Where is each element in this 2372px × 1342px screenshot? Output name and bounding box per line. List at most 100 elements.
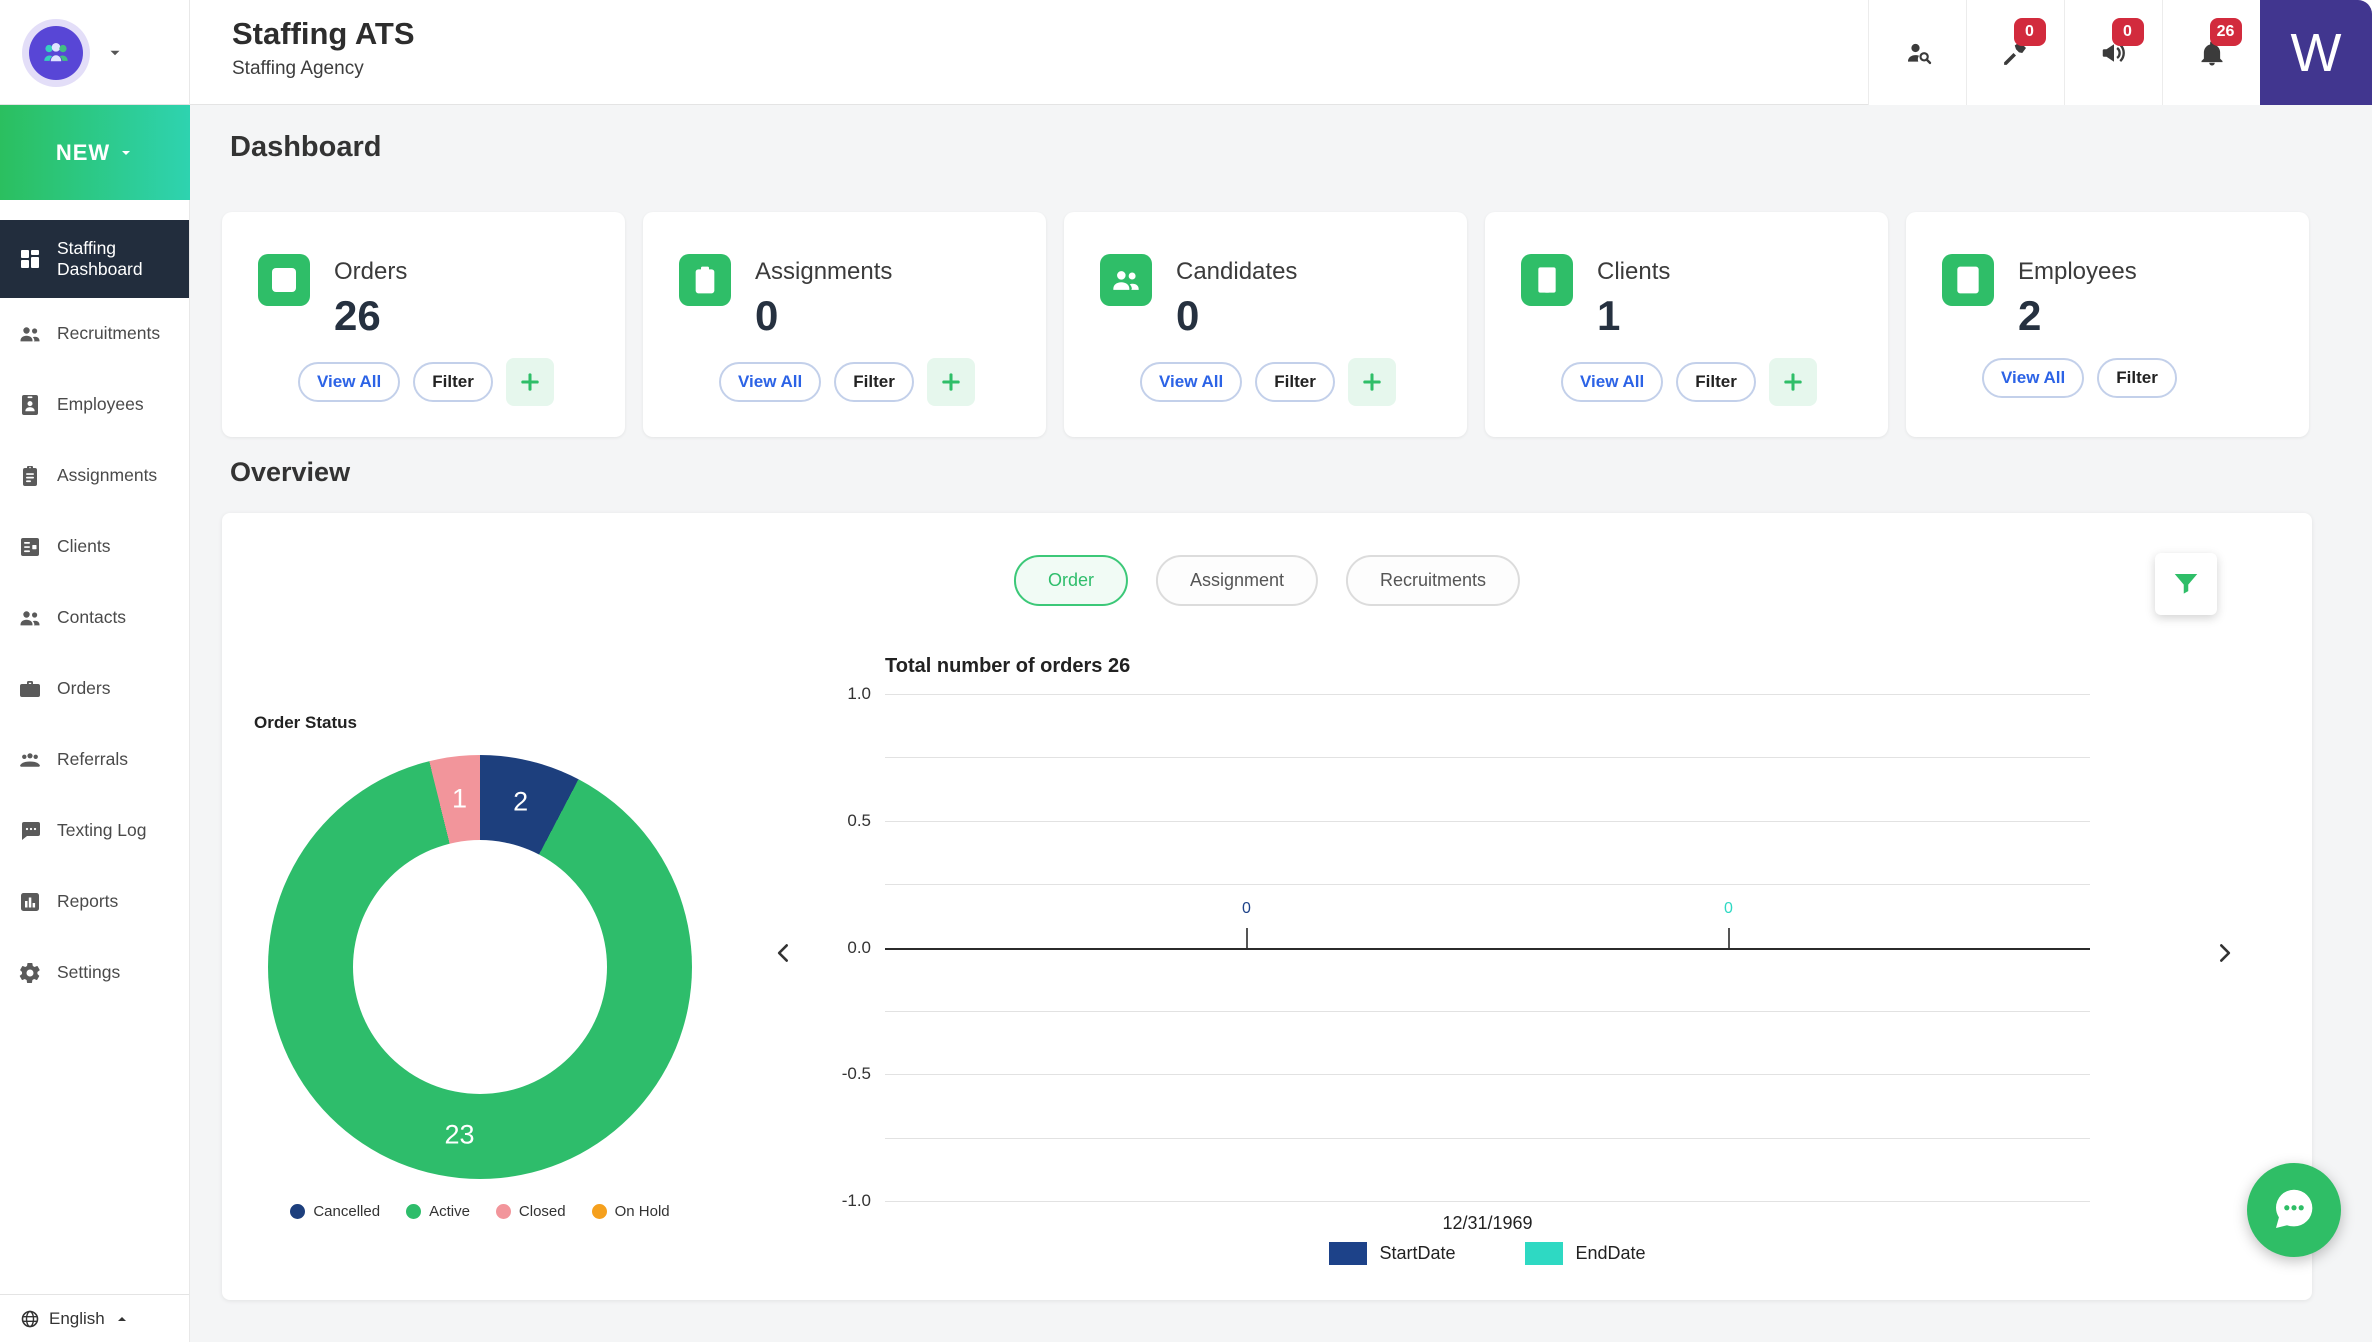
order-status-chart: Order Status 2231 CancelledActiveClosedO… <box>252 713 722 1220</box>
sidebar-item-label: Contacts <box>57 607 126 628</box>
chevron-down-icon <box>118 145 134 161</box>
stat-cards: Orders26View AllFilterAssignments0View A… <box>222 212 2309 437</box>
add-button[interactable] <box>1769 358 1817 406</box>
add-button[interactable] <box>506 358 554 406</box>
sidebar: NEW Staffing Dashboard Recruitments Employ… <box>0 105 190 1342</box>
stat-card-orders: Orders 26 View All Filter <box>222 212 625 437</box>
sidebar-item-label: Staffing Dashboard <box>57 238 177 280</box>
donut-legend: CancelledActiveClosedOn Hold <box>252 1203 708 1220</box>
app-subtitle: Staffing Agency <box>232 58 415 80</box>
sidebar-item-label: Recruitments <box>57 323 160 344</box>
sidebar-item-label: Employees <box>57 394 144 415</box>
workspace-badge[interactable]: W <box>2260 0 2372 105</box>
sidebar-item-staffing-dashboard[interactable]: Staffing Dashboard <box>0 220 189 298</box>
stat-card-candidates: Candidates 0 View All Filter <box>1064 212 1467 437</box>
tools-button[interactable]: 0 <box>1966 0 2064 105</box>
client-list-icon <box>18 535 42 559</box>
card-title: Clients <box>1597 258 1670 286</box>
filter-button[interactable]: Filter <box>2097 358 2177 398</box>
card-actions: View All Filter <box>1561 358 1817 406</box>
filter-button[interactable]: Filter <box>1676 362 1756 402</box>
legend-dot <box>496 1204 511 1219</box>
sidebar-item-assignments[interactable]: Assignments <box>0 440 189 511</box>
y-tick-label: 0.5 <box>847 811 871 831</box>
building-icon <box>1521 254 1573 306</box>
language-selector[interactable]: English <box>0 1294 189 1342</box>
add-button[interactable] <box>927 358 975 406</box>
view-all-button[interactable]: View All <box>719 362 821 402</box>
gear-icon <box>18 961 42 985</box>
app-titles: Staffing ATS Staffing Agency <box>232 16 415 80</box>
card-title: Orders <box>334 258 407 286</box>
language-label: English <box>49 1309 105 1329</box>
card-count: 0 <box>755 292 778 340</box>
notification-badge: 0 <box>2014 18 2046 46</box>
legend-swatch <box>1525 1242 1563 1265</box>
tab-assignment[interactable]: Assignment <box>1156 555 1318 606</box>
tab-order[interactable]: Order <box>1014 555 1128 606</box>
sidebar-item-label: Texting Log <box>57 820 147 841</box>
report-icon <box>18 890 42 914</box>
plus-icon <box>1780 369 1806 395</box>
filter-button[interactable]: Filter <box>834 362 914 402</box>
sidebar-item-referrals[interactable]: Referrals <box>0 724 189 795</box>
search-people-button[interactable] <box>1868 0 1966 105</box>
view-all-button[interactable]: View All <box>298 362 400 402</box>
top-header: Staffing ATS Staffing Agency 00 26 W <box>0 0 2372 105</box>
timeline-title: Total number of orders 26 <box>885 655 2140 678</box>
chevron-left-icon <box>771 940 797 966</box>
chart-tabs: Order Assignment Recruitments <box>1014 555 1520 606</box>
view-all-button[interactable]: View All <box>1982 358 2084 398</box>
avatar-people-icon <box>29 26 83 80</box>
sidebar-item-recruitments[interactable]: Recruitments <box>0 298 189 369</box>
legend-item-startdate: StartDate <box>1329 1242 1455 1265</box>
list-icon <box>258 254 310 306</box>
legend-item-cancelled: Cancelled <box>290 1203 380 1220</box>
gridline <box>885 1074 2090 1075</box>
card-title: Employees <box>2018 258 2137 286</box>
donut-slice-value: 2 <box>513 787 528 818</box>
filter-button[interactable]: Filter <box>413 362 493 402</box>
sidebar-item-settings[interactable]: Settings <box>0 937 189 1008</box>
org-switcher[interactable] <box>0 0 190 105</box>
chevron-down-icon <box>106 44 124 62</box>
sidebar-item-reports[interactable]: Reports <box>0 866 189 937</box>
sidebar-item-texting-log[interactable]: Texting Log <box>0 795 189 866</box>
funnel-icon <box>2171 569 2201 599</box>
y-tick-label: 1.0 <box>847 684 871 704</box>
page-title: Dashboard <box>230 131 381 164</box>
notifications-button[interactable]: 26 <box>2162 0 2260 105</box>
card-count: 0 <box>1176 292 1199 340</box>
sidebar-item-employees[interactable]: Employees <box>0 369 189 440</box>
gridline <box>885 1201 2090 1202</box>
x-axis-line <box>885 948 2090 951</box>
notification-badge: 26 <box>2210 18 2242 46</box>
gridline <box>885 884 2090 885</box>
filter-button[interactable]: Filter <box>1255 362 1335 402</box>
legend-label: On Hold <box>615 1203 670 1220</box>
next-chart-button[interactable] <box>2202 931 2246 975</box>
card-actions: View All Filter <box>298 358 554 406</box>
sidebar-item-clients[interactable]: Clients <box>0 511 189 582</box>
timeline-legend: StartDateEndDate <box>885 1242 2090 1265</box>
id-badge-icon <box>1942 254 1994 306</box>
chat-icon <box>18 819 42 843</box>
announcements-button[interactable]: 0 <box>2064 0 2162 105</box>
new-button[interactable]: NEW <box>0 105 190 200</box>
prev-chart-button[interactable] <box>762 931 806 975</box>
sidebar-item-contacts[interactable]: Contacts <box>0 582 189 653</box>
caret-up-icon <box>114 1311 130 1327</box>
overview-filter-button[interactable] <box>2155 553 2217 615</box>
view-all-button[interactable]: View All <box>1140 362 1242 402</box>
tab-recruitments[interactable]: Recruitments <box>1346 555 1520 606</box>
data-point-tick <box>1246 928 1248 948</box>
chat-fab-button[interactable] <box>2247 1163 2341 1257</box>
view-all-button[interactable]: View All <box>1561 362 1663 402</box>
sidebar-item-orders[interactable]: Orders <box>0 653 189 724</box>
card-count: 2 <box>2018 292 2041 340</box>
card-count: 26 <box>334 292 381 340</box>
add-button[interactable] <box>1348 358 1396 406</box>
org-avatar <box>22 19 90 87</box>
gridline <box>885 1011 2090 1012</box>
card-title: Candidates <box>1176 258 1297 286</box>
